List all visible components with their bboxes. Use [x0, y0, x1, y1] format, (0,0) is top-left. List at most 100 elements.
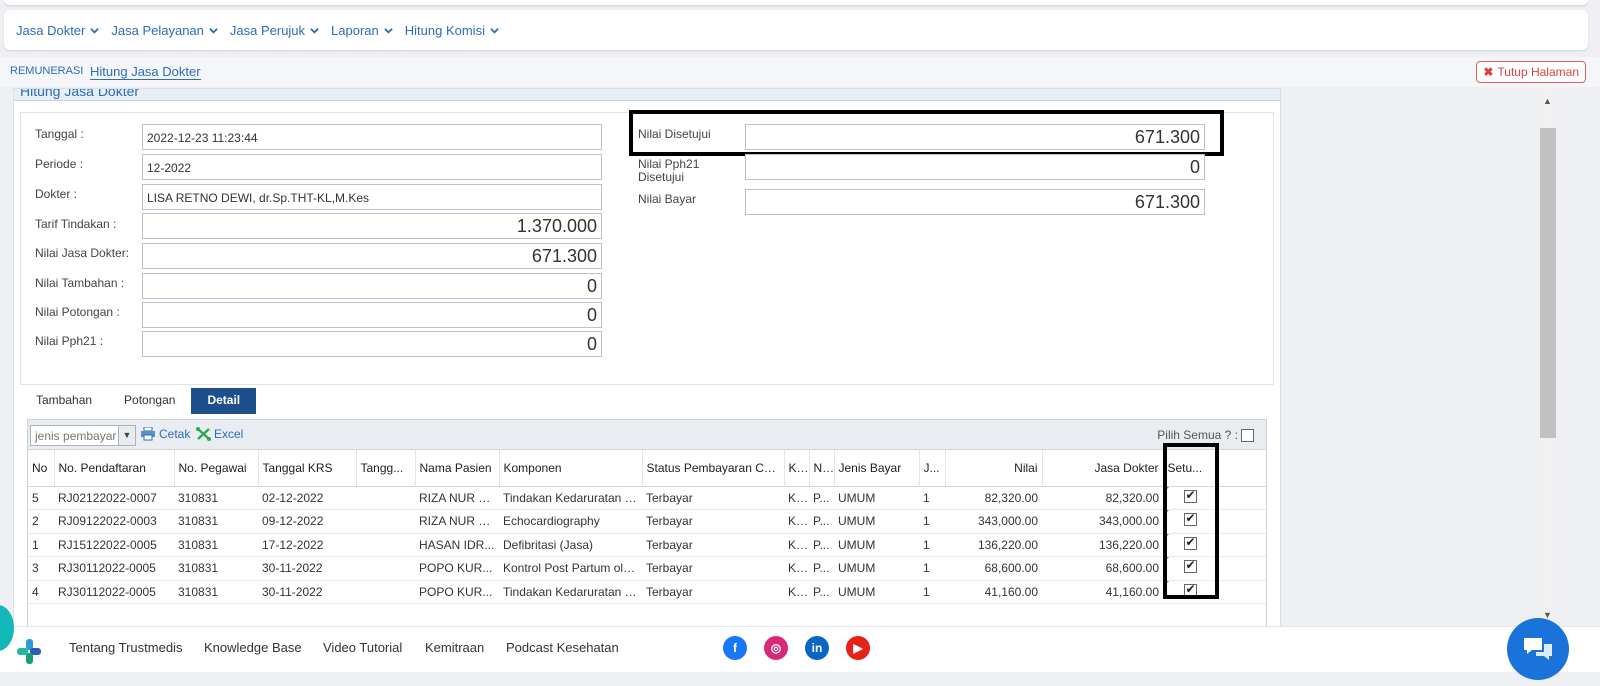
- table-header-row: No No. Pendaftaran No. Pegawai Tanggal KRS T…: [28, 450, 1266, 487]
- cetak-button[interactable]: Cetak: [140, 427, 190, 441]
- youtube-icon[interactable]: ▶: [846, 636, 870, 660]
- column-header[interactable]: Nama Pasien: [415, 450, 500, 487]
- table-cell: [356, 580, 415, 604]
- pph21-field[interactable]: 0: [142, 331, 602, 357]
- tab-tambahan[interactable]: Tambahan: [20, 388, 108, 414]
- main-menu: Jasa Dokter Jasa Pelayanan Jasa Perujuk …: [4, 10, 1588, 50]
- pilih-semua: Pilih Semua ? :: [1157, 428, 1254, 442]
- tanggal-field[interactable]: 2022-12-23 11:23:44: [142, 124, 602, 150]
- column-header[interactable]: N...: [809, 450, 835, 487]
- breadcrumb-root[interactable]: REMUNERASI: [10, 65, 83, 77]
- menu-laporan[interactable]: Laporan: [331, 23, 393, 38]
- table-row[interactable]: 2 RJ09122022-0003 310831 09-12-2022 RIZA NUR…: [28, 509, 1266, 534]
- table-cell: RJ02122022-0007: [54, 486, 174, 510]
- printer-icon: [141, 427, 155, 441]
- instagram-icon[interactable]: ◎: [764, 636, 788, 660]
- tab-detail[interactable]: Detail: [191, 388, 257, 414]
- table-cell: 17-12-2022: [258, 533, 356, 557]
- chevron-down-icon: [384, 27, 393, 34]
- tambahan-field[interactable]: 0: [142, 273, 602, 299]
- column-header[interactable]: Jasa Dokter: [1042, 450, 1164, 487]
- tab-potongan[interactable]: Potongan: [108, 388, 191, 414]
- close-page-button[interactable]: ✖ Tutup Halaman: [1476, 61, 1586, 83]
- menu-jasa-pelayanan[interactable]: Jasa Pelayanan: [111, 23, 218, 38]
- menu-label: Jasa Dokter: [16, 22, 86, 38]
- table-row[interactable]: 3 RJ30112022-0005 310831 30-11-2022 POPO KUR…: [28, 556, 1266, 581]
- pph21-disetujui-label: Nilai Pph21 Disetujui: [638, 158, 699, 184]
- grid-toolbar: jenis pembayar ▼ Cetak Excel Pilih Semua …: [28, 420, 1266, 450]
- table-cell: POPO KUR...: [415, 556, 499, 581]
- table-cell: RJ30112022-0005: [54, 580, 174, 604]
- column-header[interactable]: Nilai: [945, 450, 1043, 487]
- footer-link-knowledge-base[interactable]: Knowledge Base: [204, 640, 302, 655]
- label-line: Nilai Pph21: [638, 157, 700, 171]
- footer-link-video-tutorial[interactable]: Video Tutorial: [323, 640, 402, 655]
- table-cell-spacer: [1217, 509, 1266, 534]
- dokter-field[interactable]: LISA RETNO DEWI, dr.Sp.THT-KL,M.Kes: [142, 184, 602, 210]
- table-cell: 41,160.00: [945, 580, 1042, 604]
- tab-bar: Tambahan Potongan Detail: [20, 388, 257, 414]
- footer-link-podcast[interactable]: Podcast Kesehatan: [506, 640, 619, 655]
- table-cell: 4: [28, 580, 54, 604]
- facebook-icon[interactable]: f: [723, 636, 747, 660]
- table-cell: 68,600.00: [945, 556, 1042, 581]
- table-cell: 68,600.00: [1042, 556, 1163, 581]
- pph21-disetujui-field[interactable]: 0: [745, 154, 1205, 180]
- table-cell: RJ09122022-0003: [54, 509, 174, 534]
- table-cell: [356, 486, 415, 510]
- table-cell-spacer: [1217, 580, 1266, 604]
- chat-button[interactable]: [1507, 618, 1569, 680]
- menu-hitung-komisi[interactable]: Hitung Komisi: [405, 23, 499, 38]
- footer-link-kemitraan[interactable]: Kemitraan: [425, 640, 484, 655]
- table-cell: 30-11-2022: [258, 580, 356, 604]
- table-cell: K...: [784, 533, 809, 557]
- table-cell: Terbayar: [642, 486, 784, 510]
- menu-jasa-perujuk[interactable]: Jasa Perujuk: [230, 23, 319, 38]
- column-header[interactable]: Jenis Bayar: [834, 450, 920, 487]
- table-row[interactable]: 5 RJ02122022-0007 310831 02-12-2022 RIZA NUR…: [28, 486, 1266, 510]
- column-header[interactable]: J...: [919, 450, 946, 487]
- potongan-field[interactable]: 0: [142, 302, 602, 328]
- table-cell: UMUM: [834, 509, 919, 534]
- nilai-bayar-label: Nilai Bayar: [638, 192, 697, 206]
- column-header[interactable]: No. Pegawai: [174, 450, 259, 487]
- table-cell: 82,320.00: [1042, 486, 1163, 510]
- nilai-bayar-field[interactable]: 671.300: [745, 189, 1205, 215]
- excel-icon: [196, 427, 211, 441]
- footer-link-tentang[interactable]: Tentang Trustmedis: [69, 640, 182, 655]
- menu-jasa-dokter[interactable]: Jasa Dokter: [16, 22, 100, 38]
- table-row[interactable]: 1 RJ15122022-0005 310831 17-12-2022 HASAN ID…: [28, 533, 1266, 557]
- page-scrollbar[interactable]: ▲ ▼: [1539, 88, 1557, 626]
- chat-icon: [1524, 638, 1552, 660]
- trustmedis-logo-icon: [17, 639, 41, 664]
- tarif-field[interactable]: 1.370.000: [142, 213, 602, 239]
- column-header[interactable]: Tanggal KRS: [258, 450, 357, 487]
- excel-button[interactable]: Excel: [196, 427, 243, 441]
- column-header[interactable]: No: [28, 450, 55, 487]
- breadcrumb-current[interactable]: Hitung Jasa Dokter: [90, 64, 201, 80]
- chevron-down-icon: [310, 27, 319, 34]
- table-cell: [356, 556, 415, 581]
- column-header[interactable]: Komponen: [499, 450, 643, 487]
- chevron-down-icon: [490, 27, 499, 34]
- scroll-thumb[interactable]: [1540, 128, 1556, 438]
- excel-label: Excel: [214, 427, 244, 441]
- column-header[interactable]: Status Pembayaran Cust: [642, 450, 785, 487]
- column-header[interactable]: K...: [784, 450, 810, 487]
- table-cell: Terbayar: [642, 580, 784, 604]
- periode-field[interactable]: 12-2022: [142, 154, 602, 180]
- table-cell: Tindakan Kedaruratan R...: [499, 580, 642, 604]
- scroll-up-icon[interactable]: ▲: [1543, 96, 1552, 106]
- table-cell: 5: [28, 486, 54, 510]
- menu-label: Laporan: [331, 22, 379, 38]
- table-row[interactable]: 4 RJ30112022-0005 310831 30-11-2022 POPO KUR…: [28, 580, 1266, 604]
- column-header[interactable]: Tangg...: [356, 450, 416, 487]
- jenis-pembayar-select[interactable]: jenis pembayar ▼: [30, 425, 136, 446]
- jasa-dokter-field[interactable]: 671.300: [142, 243, 602, 269]
- linkedin-icon[interactable]: in: [805, 636, 829, 660]
- pilih-semua-checkbox[interactable]: [1241, 428, 1254, 442]
- column-header[interactable]: No. Pendaftaran: [54, 450, 175, 487]
- tambahan-label: Nilai Tambahan :: [35, 276, 125, 290]
- chevron-down-icon[interactable]: ▼: [118, 426, 135, 445]
- detail-table: No No. Pendaftaran No. Pegawai Tanggal KRS T…: [28, 450, 1266, 604]
